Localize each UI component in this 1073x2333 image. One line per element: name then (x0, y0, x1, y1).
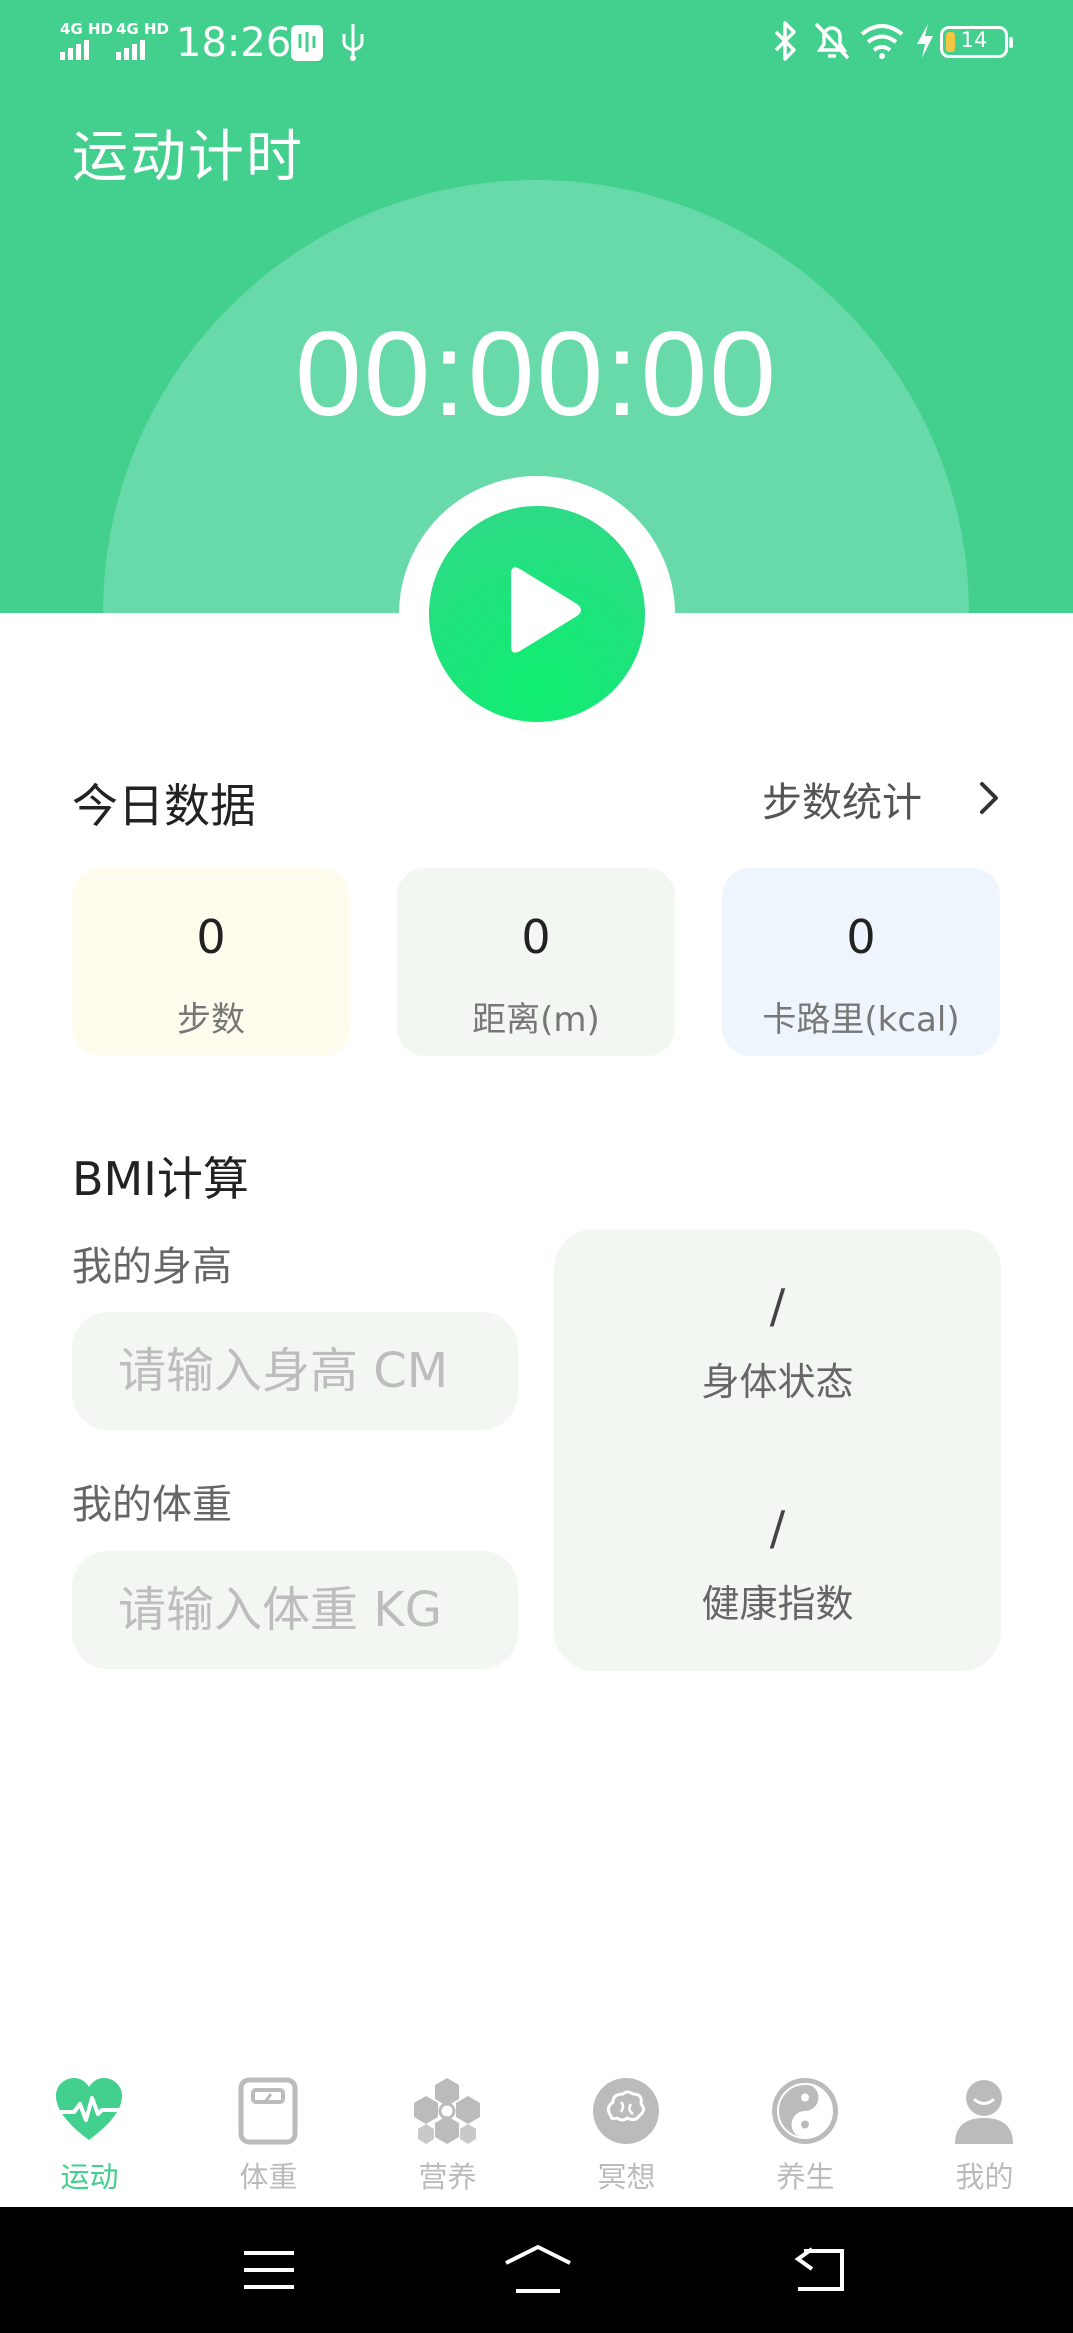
signal-label: 4G HD (116, 20, 169, 38)
nav-label: 养生 (776, 2160, 835, 2194)
today-data-title: 今日数据 (72, 779, 256, 833)
user-icon (955, 2080, 1013, 2144)
menu-icon[interactable] (242, 2249, 296, 2291)
nav-item-meditation[interactable]: 冥想 (537, 2076, 716, 2196)
body-state-value: / (769, 1279, 786, 1333)
usb-icon (342, 24, 364, 61)
distance-value: 0 (521, 910, 551, 964)
health-index-value: / (769, 1501, 786, 1555)
mute-bell-icon (814, 22, 850, 60)
usb-debug-icon (291, 25, 323, 61)
calorie-card: 0 卡路里(kcal) (722, 868, 1000, 1056)
height-label: 我的身高 (72, 1244, 232, 1290)
calorie-value: 0 (846, 910, 876, 964)
steps-label: 步数 (177, 1000, 245, 1040)
health-index-label: 健康指数 (701, 1582, 854, 1626)
battery-level: 14 (960, 28, 988, 52)
step-stats-link[interactable]: 步数统计 (762, 770, 922, 830)
yin-yang-icon (772, 2078, 838, 2144)
bmi-title: BMI计算 (72, 1152, 249, 1206)
step-stats-label: 步数统计 (762, 780, 922, 826)
body-state-label: 身体状态 (701, 1360, 854, 1404)
steps-value: 0 (196, 910, 226, 964)
signal-icon: 4G HD (60, 22, 113, 60)
play-icon (511, 567, 581, 653)
nav-label: 体重 (239, 2160, 298, 2194)
signal-label: 4G HD (60, 20, 113, 38)
nav-label: 我的 (955, 2160, 1014, 2194)
brain-icon (593, 2078, 659, 2144)
start-timer-button[interactable] (429, 506, 645, 722)
steps-card: 0 步数 (72, 868, 350, 1056)
nav-label: 营养 (418, 2160, 477, 2194)
nav-item-profile[interactable]: 我的 (895, 2076, 1073, 2196)
bluetooth-icon (774, 21, 796, 61)
charging-icon (917, 24, 933, 58)
clock: 18:26 (176, 20, 292, 66)
nav-label: 冥想 (597, 2160, 656, 2194)
bmi-result-panel: / 身体状态 / 健康指数 (554, 1229, 1001, 1671)
page-title: 运动计时 (72, 125, 304, 190)
nav-item-exercise[interactable]: 运动 (0, 2076, 179, 2196)
system-navigation-bar (0, 2207, 1073, 2333)
back-icon[interactable] (790, 2245, 846, 2293)
heart-pulse-icon (56, 2078, 122, 2140)
nav-label: 运动 (60, 2160, 119, 2194)
status-bar: 4G HD 4G HD 18:26 14 (0, 0, 1073, 86)
signal-icon: 4G HD (116, 22, 169, 60)
nav-item-weight[interactable]: 体重 (179, 2076, 358, 2196)
distance-card: 0 距离(m) (397, 868, 675, 1056)
weight-input[interactable] (72, 1551, 518, 1669)
timer-display: 00:00:00 (294, 307, 779, 441)
wifi-icon (860, 24, 904, 59)
calorie-label: 卡路里(kcal) (762, 1000, 960, 1040)
weight-label: 我的体重 (72, 1482, 232, 1528)
home-icon[interactable] (502, 2243, 574, 2295)
nav-item-nutrition[interactable]: 营养 (358, 2076, 537, 2196)
battery-icon: 14 (940, 26, 1013, 58)
hexagon-cluster-icon (414, 2078, 480, 2144)
distance-label: 距离(m) (472, 1000, 600, 1040)
scale-icon (238, 2077, 298, 2145)
nav-item-wellness[interactable]: 养生 (716, 2076, 895, 2196)
height-input[interactable] (72, 1312, 518, 1430)
chevron-right-icon[interactable] (976, 778, 1004, 818)
